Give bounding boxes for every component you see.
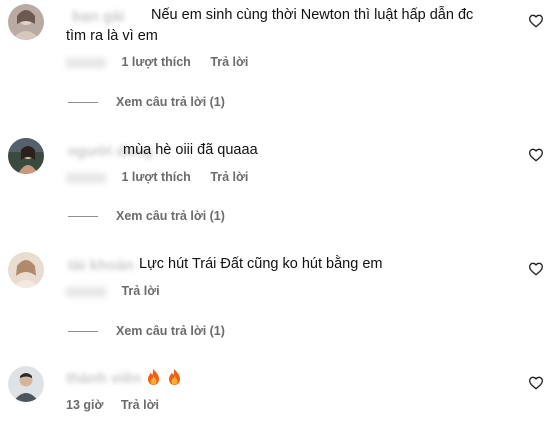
fire-emoji-icon [148, 369, 159, 385]
fire-emoji-icon [169, 369, 180, 385]
heart-icon[interactable] [528, 13, 544, 29]
comment-meta: 13 giờ Trả lời [66, 398, 175, 412]
comment-username[interactable]: thành viên [66, 369, 141, 388]
emoji-group [146, 368, 188, 389]
heart-icon[interactable] [528, 147, 544, 163]
heart-icon[interactable] [528, 261, 544, 277]
avatar[interactable] [8, 366, 44, 402]
reply-button[interactable]: Trả lời [121, 398, 159, 412]
comment-time: 13 giờ [66, 398, 104, 412]
comment-item: thành viên 13 giờ Trả lời [0, 0, 550, 431]
heart-icon[interactable] [528, 375, 544, 391]
